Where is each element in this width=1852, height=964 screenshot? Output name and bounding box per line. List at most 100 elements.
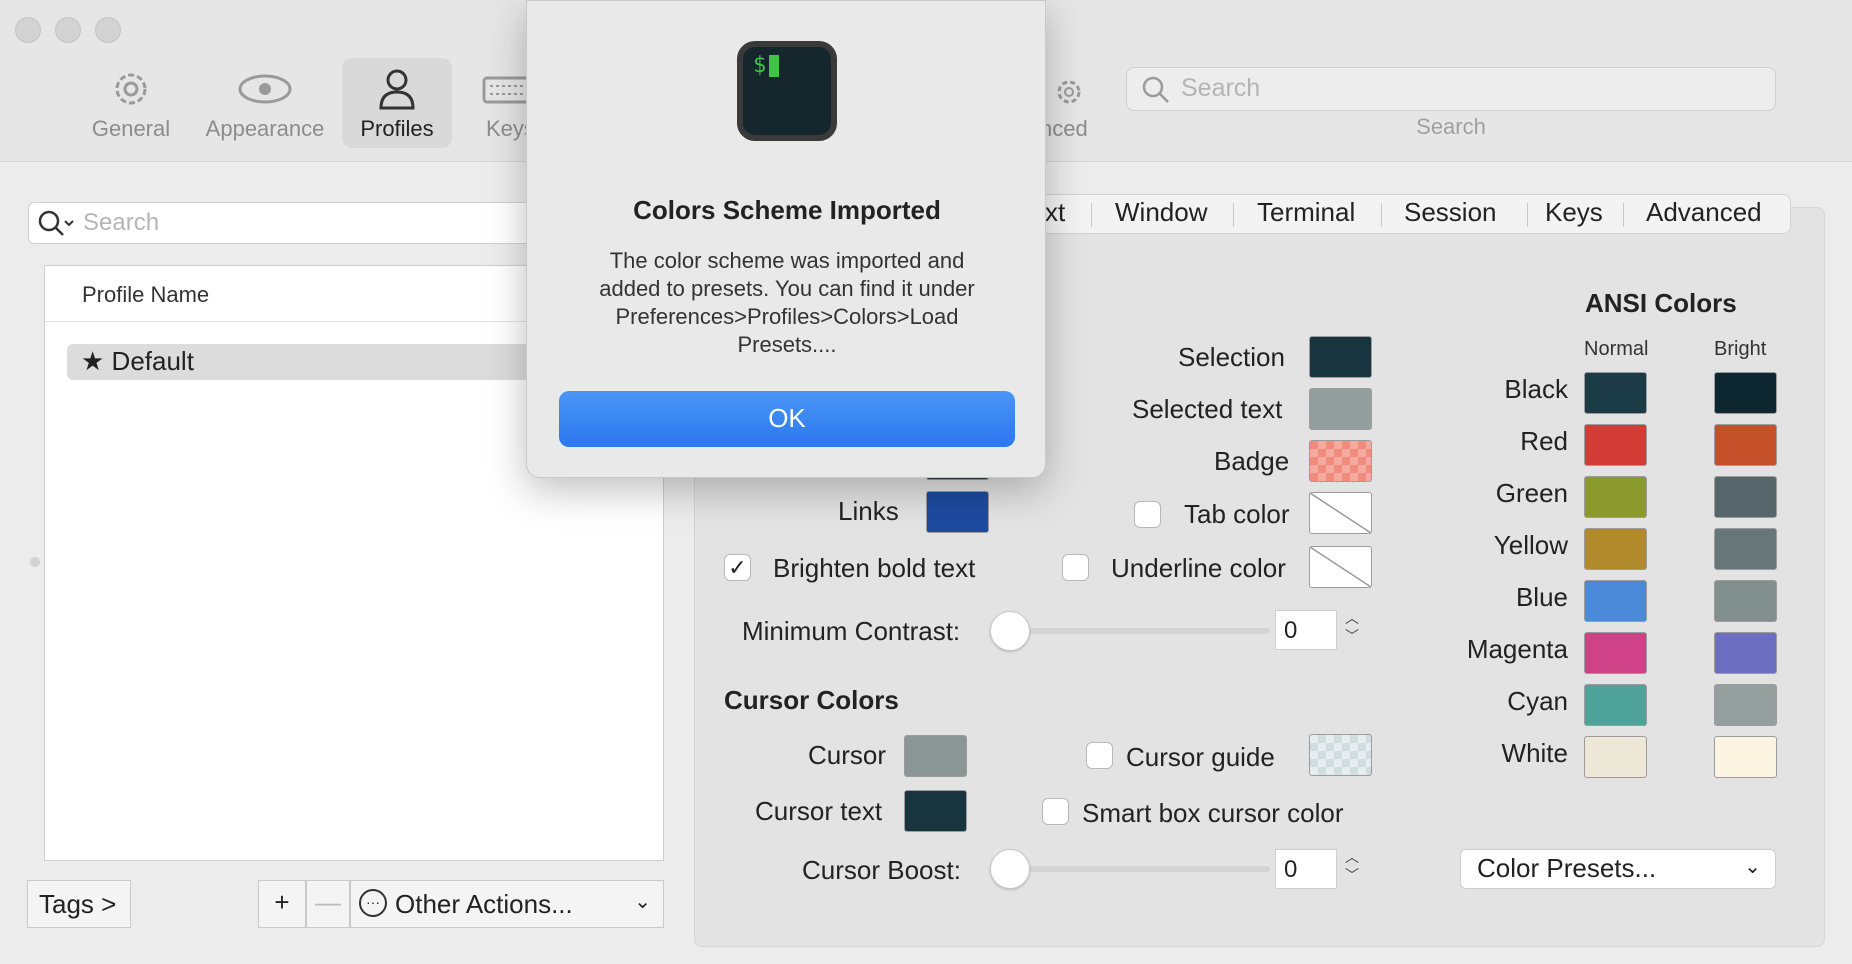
links-color-swatch[interactable] <box>926 491 989 533</box>
ansi-row-label: White <box>1501 738 1568 768</box>
ansi-normal-swatch-yellow[interactable] <box>1584 528 1647 570</box>
cursor-guide-checkbox[interactable] <box>1086 742 1113 769</box>
toolbar-search-label: Search <box>1416 114 1486 139</box>
cursor-boost-slider-track[interactable] <box>1010 866 1270 872</box>
search-icon <box>38 210 74 236</box>
ansi-bright-swatch-green[interactable] <box>1714 476 1777 518</box>
toolbar-profiles[interactable]: Profiles <box>342 58 452 148</box>
toolbar-search-input[interactable]: Search <box>1126 67 1776 111</box>
cursor-guide-label: Cursor guide <box>1126 742 1275 772</box>
brighten-bold-label: Brighten bold text <box>773 553 976 583</box>
no-color-icon <box>1309 546 1372 588</box>
ansi-bright-swatch-red[interactable] <box>1714 424 1777 466</box>
selected-text-color-swatch[interactable] <box>1309 388 1372 430</box>
tab-window[interactable]: Window <box>1115 197 1207 228</box>
tab-keys[interactable]: Keys <box>1545 197 1603 228</box>
cursor-boost-value-field[interactable]: 0 <box>1275 849 1337 889</box>
chevron-down-icon: ⌄ <box>634 891 651 913</box>
ansi-bright-swatch-cyan[interactable] <box>1714 684 1777 726</box>
ansi-normal-swatch-white[interactable] <box>1584 736 1647 778</box>
ansi-bright-swatch-yellow[interactable] <box>1714 528 1777 570</box>
cursor-colors-title: Cursor Colors <box>724 685 899 715</box>
ansi-normal-swatch-red[interactable] <box>1584 424 1647 466</box>
tab-color-swatch[interactable] <box>1309 492 1372 534</box>
ansi-row-label: Black <box>1504 374 1568 404</box>
badge-color-swatch[interactable] <box>1309 440 1372 482</box>
ansi-normal-swatch-black[interactable] <box>1584 372 1647 414</box>
ansi-bright-swatch-blue[interactable] <box>1714 580 1777 622</box>
cursor-boost-slider-knob[interactable] <box>990 849 1030 889</box>
toolbar-search-placeholder: Search <box>1181 74 1261 102</box>
ansi-colors-title: ANSI Colors <box>1585 288 1737 318</box>
toolbar-general[interactable]: General <box>76 58 186 148</box>
tags-button[interactable]: Tags > <box>27 880 131 928</box>
keyboard-icon <box>482 76 530 104</box>
ansi-row-label: Magenta <box>1466 634 1568 664</box>
tab-separator <box>1527 203 1528 227</box>
ansi-normal-header: Normal <box>1584 338 1649 360</box>
ansi-normal-swatch-blue[interactable] <box>1584 580 1647 622</box>
underline-color-swatch[interactable] <box>1309 546 1372 588</box>
selection-color-swatch[interactable] <box>1309 336 1372 378</box>
tab-text[interactable]: xt <box>1045 197 1065 228</box>
brighten-bold-checkbox[interactable]: ✓ <box>724 554 751 581</box>
tab-color-checkbox[interactable] <box>1134 501 1161 528</box>
selection-label: Selection <box>1178 342 1285 372</box>
zoom-window-button[interactable] <box>95 17 121 43</box>
close-window-button[interactable] <box>15 17 41 43</box>
ansi-bright-swatch-black[interactable] <box>1714 372 1777 414</box>
other-actions-dropdown[interactable]: ··· Other Actions... ⌄ <box>350 880 664 928</box>
ansi-bright-swatch-white[interactable] <box>1714 736 1777 778</box>
tab-separator <box>1091 203 1092 227</box>
badge-label: Badge <box>1214 446 1290 476</box>
minimize-window-button[interactable] <box>55 17 81 43</box>
cursor-text-label: Cursor text <box>755 796 883 826</box>
cursor-boost-stepper[interactable]: ︿ ﹀ <box>1339 848 1365 890</box>
gear-icon <box>115 73 147 105</box>
profile-tabs: xt Window Terminal Session Keys Advanced <box>1004 194 1791 234</box>
chevron-down-icon: ⌄ <box>1744 856 1761 878</box>
remove-profile-button[interactable]: — <box>306 880 350 928</box>
star-icon: ★ <box>81 346 105 376</box>
tab-color-label: Tab color <box>1184 499 1290 529</box>
selected-text-label: Selected text <box>1132 394 1283 424</box>
tab-separator <box>1233 203 1234 227</box>
profile-name: Default <box>111 346 194 376</box>
profile-row-default[interactable]: ★ Default <box>67 344 587 380</box>
no-color-icon <box>1309 492 1372 534</box>
ansi-bright-header: Bright <box>1714 338 1767 360</box>
gear-icon <box>1057 80 1081 104</box>
cursor-text-color-swatch[interactable] <box>904 790 967 832</box>
tab-advanced[interactable]: Advanced <box>1646 197 1762 228</box>
ansi-normal-swatch-green[interactable] <box>1584 476 1647 518</box>
cursor-guide-color-swatch[interactable] <box>1309 734 1372 776</box>
ansi-normal-swatch-magenta[interactable] <box>1584 632 1647 674</box>
underline-color-checkbox[interactable] <box>1062 554 1089 581</box>
terminal-prompt-glyph: $ <box>753 53 767 78</box>
ok-button[interactable]: OK <box>559 391 1015 447</box>
ansi-normal-swatch-cyan[interactable] <box>1584 684 1647 726</box>
person-icon <box>379 69 415 110</box>
min-contrast-slider-knob[interactable] <box>990 611 1030 651</box>
toolbar-appearance[interactable]: Appearance <box>200 58 330 148</box>
cursor-color-swatch[interactable] <box>904 735 967 777</box>
ansi-bright-swatch-magenta[interactable] <box>1714 632 1777 674</box>
min-contrast-slider-track[interactable] <box>1010 628 1270 634</box>
add-profile-button[interactable]: + <box>258 880 306 928</box>
tab-separator <box>1623 203 1624 227</box>
profile-search-input[interactable]: Search <box>28 202 558 244</box>
tab-session[interactable]: Session <box>1404 197 1497 228</box>
smart-box-cursor-checkbox[interactable] <box>1042 798 1069 825</box>
toolbar-profiles-label: Profiles <box>360 116 434 141</box>
min-contrast-stepper[interactable]: ︿ ﹀ <box>1339 609 1365 651</box>
color-presets-dropdown[interactable]: Color Presets... ⌄ <box>1460 849 1776 889</box>
splitter-handle[interactable] <box>30 557 40 567</box>
toolbar-keys[interactable]: Keys <box>470 58 530 148</box>
min-contrast-value-field[interactable]: 0 <box>1275 610 1337 650</box>
toolbar-advanced[interactable]: nced <box>1040 58 1120 148</box>
tab-terminal[interactable]: Terminal <box>1257 197 1355 228</box>
ansi-row-label: Blue <box>1515 582 1568 612</box>
underline-color-label: Underline color <box>1111 553 1286 583</box>
ansi-row-label: Red <box>1520 426 1568 456</box>
color-presets-label: Color Presets... <box>1477 853 1657 883</box>
